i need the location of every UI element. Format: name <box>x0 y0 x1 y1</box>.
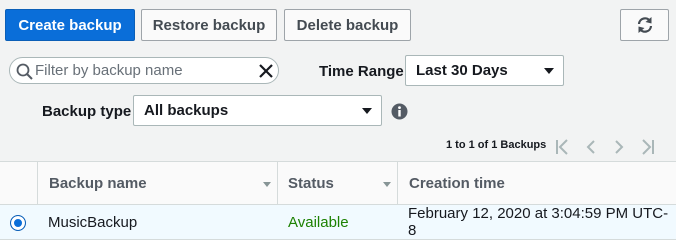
first-page-icon[interactable] <box>554 137 572 157</box>
previous-page-icon[interactable] <box>583 137 599 157</box>
next-page-icon[interactable] <box>611 137 627 157</box>
create-backup-button[interactable]: Create backup <box>5 9 135 41</box>
refresh-button[interactable] <box>620 9 669 41</box>
time-range-value: Last 30 Days <box>416 62 508 79</box>
column-header-label: Backup name <box>49 174 147 192</box>
create-backup-label: Create backup <box>18 16 122 34</box>
filter-search-box[interactable] <box>9 57 279 84</box>
creation-time-cell: February 12, 2020 at 3:04:59 PM UTC-8 <box>408 205 669 239</box>
backup-type-select[interactable]: All backups <box>133 95 382 126</box>
column-header-label: Creation time <box>409 174 505 192</box>
table-header: Backup name Status Creation time <box>0 161 676 205</box>
sort-caret-icon[interactable] <box>383 182 391 187</box>
time-range-label: Time Range <box>319 63 404 80</box>
column-divider <box>277 162 278 204</box>
column-header-status[interactable]: Status <box>288 162 334 204</box>
backup-type-value: All backups <box>144 102 229 119</box>
column-divider <box>397 162 398 204</box>
search-icon <box>16 63 33 80</box>
time-range-select[interactable]: Last 30 Days <box>405 55 564 86</box>
chevron-down-icon <box>362 108 372 114</box>
row-select-radio[interactable] <box>10 215 26 231</box>
sort-caret-icon[interactable] <box>263 182 271 187</box>
info-icon[interactable] <box>391 103 408 120</box>
clear-icon[interactable] <box>257 62 275 80</box>
backup-name-cell: MusicBackup <box>48 213 138 231</box>
column-header-label: Status <box>288 174 334 192</box>
column-divider <box>37 162 38 204</box>
delete-backup-label: Delete backup <box>296 16 399 34</box>
filter-search-input[interactable] <box>35 61 255 80</box>
pagination-summary: 1 to 1 of 1 Backups <box>446 139 547 151</box>
chevron-down-icon <box>544 68 554 74</box>
column-header-creation-time[interactable]: Creation time <box>409 162 505 204</box>
last-page-icon[interactable] <box>638 137 656 157</box>
column-header-backup-name[interactable]: Backup name <box>49 162 147 204</box>
refresh-icon <box>637 17 652 33</box>
restore-backup-label: Restore backup <box>152 16 266 34</box>
table-row[interactable]: MusicBackup Available February 12, 2020 … <box>0 205 676 240</box>
restore-backup-button[interactable]: Restore backup <box>141 9 277 41</box>
delete-backup-button[interactable]: Delete backup <box>284 9 411 41</box>
status-cell: Available <box>288 213 349 231</box>
backup-type-label: Backup type <box>42 103 132 120</box>
